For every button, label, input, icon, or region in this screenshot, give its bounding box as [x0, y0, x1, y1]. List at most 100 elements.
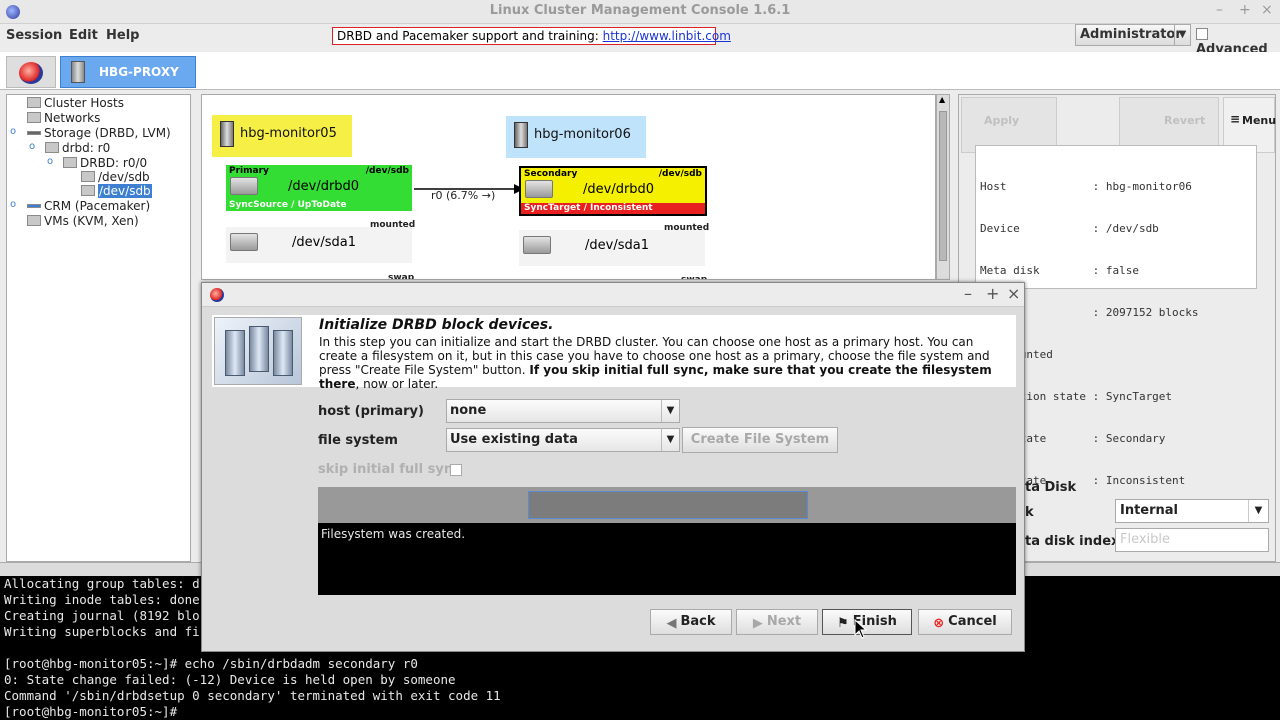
expand-icon[interactable]: o: [29, 141, 35, 152]
swap-label: swap: [681, 275, 708, 280]
flag-icon: ⚑: [837, 616, 849, 631]
menu-label: Menu: [1242, 114, 1277, 127]
device-role: Secondary: [524, 169, 578, 179]
tree-item-label: drbd: r0: [62, 141, 111, 155]
arrow-left-icon: ◀: [666, 616, 677, 631]
disk-icon: [230, 233, 258, 251]
device-info: Host : hbg-monitor06 Device : /dev/sdb M…: [975, 145, 1257, 487]
tree-item-vms[interactable]: VMs (KVM, Xen): [27, 214, 139, 228]
block-device-sda1-right[interactable]: /dev/sda1: [519, 230, 705, 266]
device-name: /dev/drbd0: [583, 182, 655, 197]
tree-item-label: Cluster Hosts: [44, 96, 124, 110]
maximize-icon[interactable]: +: [986, 284, 999, 303]
tree-item-networks[interactable]: Networks: [27, 111, 100, 125]
output-text: Filesystem was created.: [321, 527, 466, 541]
file-system-value: Use existing data: [450, 432, 578, 447]
meta-disk-select[interactable]: Internal ▼: [1115, 499, 1269, 523]
host-node-monitor05[interactable]: hbg-monitor05: [212, 115, 352, 157]
tree-item-cluster-hosts[interactable]: Cluster Hosts: [27, 96, 124, 110]
meta-disk-index-input[interactable]: Flexible: [1115, 528, 1269, 552]
tree-item-drbd-r0[interactable]: drbd: r0: [45, 141, 110, 155]
tree-item-label: /dev/sdb: [98, 184, 152, 198]
skip-sync-checkbox[interactable]: [450, 464, 462, 476]
arrow-right-icon: ▶: [752, 616, 763, 631]
tree-item-label: /dev/sdb: [98, 170, 150, 184]
drbd-device-secondary[interactable]: Secondary /dev/sdb /dev/drbd0 SyncTarget…: [519, 166, 707, 216]
device-status: SyncSource / UpToDate: [226, 200, 412, 211]
back-label: Back: [680, 614, 716, 629]
tab-hbg-proxy[interactable]: HBG-PROXY X: [60, 56, 245, 88]
folder-icon: [63, 157, 77, 168]
block-device-sda1-left[interactable]: /dev/sda1: [226, 227, 412, 263]
device-name: /dev/sda1: [585, 238, 649, 253]
progress-area: [318, 487, 1016, 523]
maximize-icon[interactable]: +: [1239, 2, 1251, 18]
tree-item-dev-sdb-2[interactable]: /dev/sdb: [81, 184, 152, 198]
close-icon[interactable]: ×: [1261, 2, 1273, 18]
create-file-system-button[interactable]: Create File System: [682, 427, 838, 453]
expand-icon[interactable]: o: [10, 126, 16, 137]
tree-item-crm[interactable]: CRM (Pacemaker): [27, 199, 150, 213]
window-title: Linux Cluster Management Console 1.6.1: [489, 3, 791, 18]
host-node-monitor06[interactable]: hbg-monitor06: [506, 116, 646, 158]
expand-icon[interactable]: o: [10, 199, 16, 210]
tab-close-icon[interactable]: X: [236, 65, 245, 79]
menu-session[interactable]: Session: [6, 28, 62, 43]
drbd-device-primary[interactable]: Primary /dev/sdb /dev/drbd0 SyncSource /…: [226, 165, 412, 211]
minimize-icon[interactable]: –: [964, 284, 972, 303]
disk-icon: [523, 236, 551, 254]
tree-item-label: VMs (KVM, Xen): [44, 214, 139, 228]
close-icon[interactable]: ×: [1007, 284, 1020, 303]
menu-edit[interactable]: Edit: [69, 28, 98, 43]
support-link[interactable]: http://www.linbit.com: [603, 29, 731, 43]
scrollbar-thumb[interactable]: [939, 111, 947, 261]
description-tail: , now or later.: [355, 377, 439, 391]
folder-icon: [27, 97, 41, 108]
swap-label: swap: [388, 273, 415, 280]
app-icon: [210, 288, 224, 302]
file-system-select[interactable]: Use existing data ▼: [446, 428, 680, 452]
output-console: Filesystem was created.: [318, 523, 1016, 595]
disk-icon: [525, 180, 553, 198]
expand-icon[interactable]: o: [47, 156, 53, 167]
minimize-icon[interactable]: –: [1216, 2, 1223, 18]
folder-icon: [45, 142, 59, 153]
next-label: Next: [766, 614, 802, 629]
storage-graph: hbg-monitor05 hbg-monitor06 Primary /dev…: [201, 94, 936, 280]
device-status: SyncTarget / Inconsistent: [521, 203, 705, 214]
info-line: Device : /dev/sdb: [980, 222, 1159, 235]
folder-icon: [81, 171, 95, 182]
host-name: hbg-monitor06: [534, 127, 631, 142]
tree-item-label: Networks: [44, 111, 101, 125]
graph-scrollbar[interactable]: ▲: [936, 94, 950, 280]
chevron-down-icon: ▼: [661, 429, 679, 451]
menu-help[interactable]: Help: [106, 28, 139, 43]
scroll-up-icon[interactable]: ▲: [939, 95, 945, 104]
host-primary-label: host (primary): [318, 404, 424, 419]
meta-disk-index-placeholder: Flexible: [1120, 532, 1171, 547]
tab-home[interactable]: [6, 56, 56, 88]
server-icon: [514, 122, 528, 148]
device-path: /dev/sdb: [365, 166, 409, 176]
device-role: Primary: [229, 166, 269, 176]
device-path: /dev/sdb: [658, 169, 702, 179]
skip-sync-label: skip initial full sync: [318, 462, 461, 477]
back-button[interactable]: ◀ Back: [650, 609, 732, 635]
support-banner: DRBD and Pacemaker support and training:…: [332, 27, 731, 45]
title-bar: Linux Cluster Management Console 1.6.1 –…: [0, 0, 1280, 24]
cancel-button[interactable]: ⊗ Cancel: [918, 609, 1012, 635]
meta-disk-value: Internal: [1120, 503, 1179, 518]
terminal-prompt: [root@hbg-monitor05:~]#: [4, 704, 185, 719]
tree-item-dev-sdb-1[interactable]: /dev/sdb: [81, 170, 150, 184]
next-button[interactable]: ▶ Next: [736, 609, 818, 635]
host-primary-select[interactable]: none ▼: [446, 399, 680, 423]
terminal-line: [root@hbg-monitor05:~]# echo /sbin/drbda…: [4, 656, 418, 671]
tree-item-label: Storage (DRBD, LVM): [44, 126, 171, 140]
chevron-down-icon: ▼: [1248, 500, 1268, 522]
folder-icon: [27, 215, 41, 226]
chevron-down-icon: ▼: [1174, 25, 1190, 45]
cancel-icon: ⊗: [933, 616, 945, 631]
tree-item-storage[interactable]: Storage (DRBD, LVM): [27, 126, 171, 140]
tree-item-drbd-r0-0[interactable]: DRBD: r0/0: [63, 156, 147, 170]
user-role-select[interactable]: Administrator ▼: [1075, 24, 1191, 46]
